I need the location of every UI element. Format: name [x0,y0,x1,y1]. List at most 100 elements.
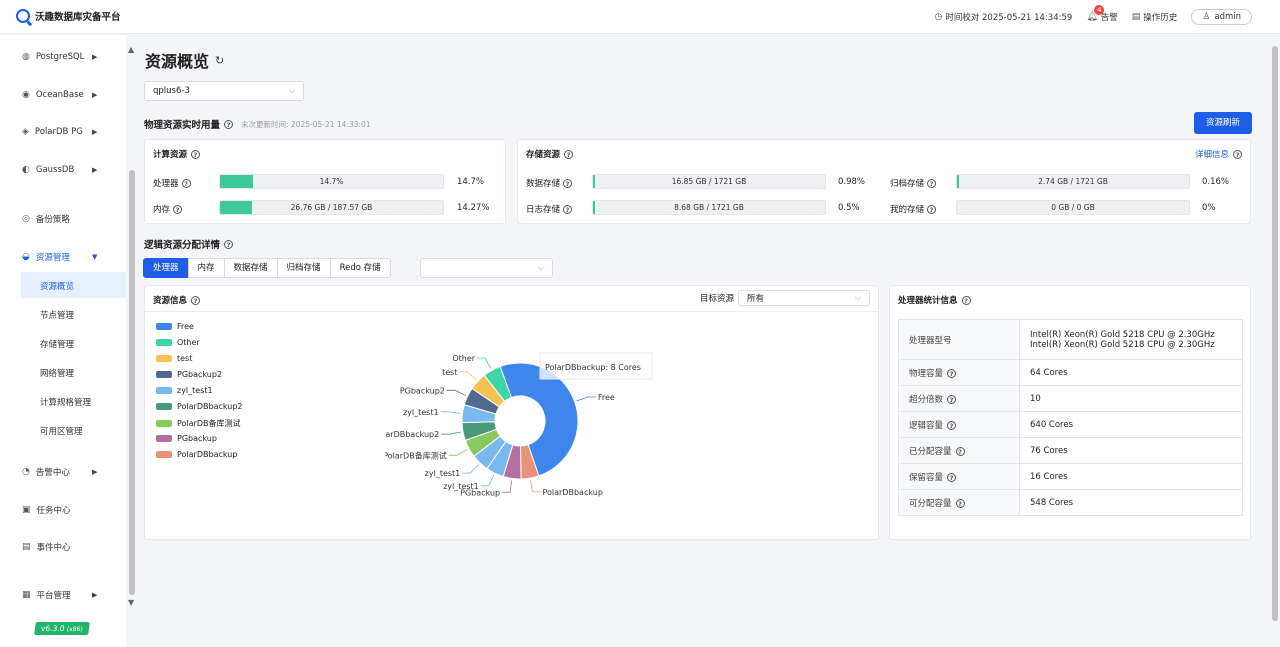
legend-item[interactable]: PGbackup2 [156,370,222,379]
scroll-down-icon[interactable]: ▼ [128,598,134,607]
sidebar-item-2[interactable]: ◈ PolarDB PG ▶ [22,127,97,137]
pie-label-line [576,396,596,402]
sidebar-subitem-overview[interactable]: 资源概览 [21,272,126,298]
version-badge: v6.3.0 (x86) [34,622,90,635]
sidebar-item-8[interactable]: ▤ 事件中心 [22,541,71,553]
help-icon[interactable]: ? [181,178,191,188]
page-title-text: 资源概览 [145,52,210,71]
sidebar-item-5[interactable]: ◒ 资源管理 ▼ [22,251,97,263]
pie-label-line [462,464,479,474]
usage-bar-text: 8.68 GB / 1721 GB [674,203,744,212]
target-resource-label: 目标资源 [699,294,734,304]
pie-label-line [502,480,513,493]
sidebar-item-1[interactable]: ◉ OceanBase ▶ [22,89,97,100]
sidebar-subitem-4[interactable]: 计算规格管理 [40,396,91,408]
help-icon[interactable]: ? [224,119,234,129]
sidebar-item-4[interactable]: ◎ 备份策略 [22,213,70,225]
resource-refresh-button[interactable]: 资源刷新 [1194,112,1252,134]
help-icon[interactable]: ? [927,204,937,214]
chevron-right-icon: ▶ [92,591,98,599]
storage-title: 存储资源? [526,148,574,160]
pie-label-line [477,357,492,369]
row-label-text: 数据存储 [526,179,561,189]
help-icon[interactable]: ? [947,472,957,482]
operation-history-button[interactable]: ▤ 操作历史 [1132,11,1178,23]
usage-percent: 0.98% [838,177,866,187]
sidebar-subitem-1[interactable]: 节点管理 [40,309,74,321]
legend-item[interactable]: Free [156,322,194,331]
sidebar-scrollbar[interactable] [129,170,135,595]
help-icon[interactable]: ? [947,394,957,404]
sidebar-subitem-5[interactable]: 可用区管理 [40,425,83,437]
help-icon[interactable]: ? [191,295,201,305]
time-check[interactable]: ◷ 时间校对 2025-05-21 14:34:59 [934,11,1072,23]
target-resource-select[interactable]: 所有 ⌵ [738,290,870,306]
filter-select[interactable]: ⌵ [420,258,553,278]
help-icon[interactable]: ? [947,420,957,430]
compute-title: 计算资源? [153,148,201,160]
resource-donut-chart[interactable]: FreePolarDBbackupPGbackupzyl_test1zyl_te… [385,341,685,511]
tab-0[interactable]: 处理器 [143,258,189,278]
sidebar-subitem-3[interactable]: 网络管理 [40,367,74,379]
oceanbase-icon: ◉ [22,89,30,100]
logo-icon [16,9,30,23]
alerts-button[interactable]: 🔔︎ 4 告警 [1086,5,1118,23]
sidebar-item-3[interactable]: ◐ GaussDB ▶ [22,164,97,175]
tab-2[interactable]: 数据存储 [223,258,278,278]
tab-1[interactable]: 内存 [187,258,225,278]
help-icon[interactable]: ? [955,498,965,508]
cluster-select[interactable]: qplus6-3 ⌵ [144,81,304,101]
scroll-up-icon[interactable]: ▲ [128,45,134,54]
page-scrollbar[interactable] [1272,46,1278,621]
legend-item[interactable]: PolarDBbackup [156,450,237,459]
legend-item[interactable]: PGbackup [156,434,217,443]
help-icon[interactable]: ? [191,149,201,159]
help-icon[interactable]: ? [947,368,957,378]
physical-resource-title: 物理资源实时用量 ? 末次更新时间: 2025-05-21 14:33:01 [144,117,371,131]
help-icon[interactable]: ? [563,178,573,188]
legend-item[interactable]: Other [156,338,200,347]
stat-label-cell: 逻辑容量? [898,411,1020,438]
user-menu[interactable]: ♙ admin [1191,9,1252,25]
compute-title-text: 计算资源 [153,150,188,160]
chevron-right-icon: ▶ [92,166,98,174]
app-title: 沃趣数据库灾备平台 [35,12,121,23]
table-row: 逻辑容量? 640 Cores [898,411,1243,438]
help-icon[interactable]: ? [955,446,965,456]
storage-resource-card: 存储资源? 详细信息? 数据存储? 16.85 GB / 1721 GB 0.98%… [517,139,1251,224]
tab-3[interactable]: 归档存储 [276,258,331,278]
cpu-stats-title: 处理器统计信息? [898,294,971,306]
storage-detail-link[interactable]: 详细信息? [1195,148,1242,160]
storage-detail-text: 详细信息 [1194,150,1229,160]
user-icon: ♙ [1202,11,1211,22]
help-icon[interactable]: ? [1233,149,1242,159]
pie-label: PolarDBbackup2 [385,430,439,439]
legend-item[interactable]: test [156,354,192,363]
refresh-icon[interactable]: ↻ [215,54,224,67]
tab-4[interactable]: Redo 存储 [329,258,391,278]
stat-label-cell: 物理容量? [898,359,1020,386]
help-icon[interactable]: ? [173,204,183,214]
legend-label: PolarDB备库测试 [177,419,241,428]
help-icon[interactable]: ? [563,204,573,214]
sidebar-item-6[interactable]: ◔ 告警中心 ▶ [22,466,97,478]
legend-swatch [156,451,172,458]
resource-icon: ◒ [22,251,30,262]
help-icon[interactable]: ? [927,178,937,188]
help-icon[interactable]: ? [564,149,574,159]
sidebar-item-0[interactable]: ◍ PostgreSQL ▶ [22,52,97,62]
help-icon[interactable]: ? [961,295,971,305]
help-icon[interactable]: ? [224,239,234,249]
usage-percent: 0.16% [1202,177,1230,187]
sidebar-item-9[interactable]: ▦ 平台管理 ▶ [22,589,97,601]
compute-resource-card: 计算资源? 处理器? 14.7% 14.7% 内存? 26.76 GB / 187.57… [144,139,506,224]
legend-item[interactable]: PolarDB备库测试 [156,418,241,429]
gaussdb-icon: ◐ [22,164,30,175]
legend-item[interactable]: zyl_test1 [156,386,213,395]
legend-item[interactable]: PolarDBbackup2 [156,402,243,411]
stat-label-cell: 处理器型号 [898,319,1020,360]
app-logo[interactable]: 沃趣数据库灾备平台 [16,9,121,23]
usage-percent: 0.5% [838,203,860,213]
sidebar-item-7[interactable]: ▣ 任务中心 [22,504,71,516]
sidebar-subitem-2[interactable]: 存储管理 [40,338,74,350]
